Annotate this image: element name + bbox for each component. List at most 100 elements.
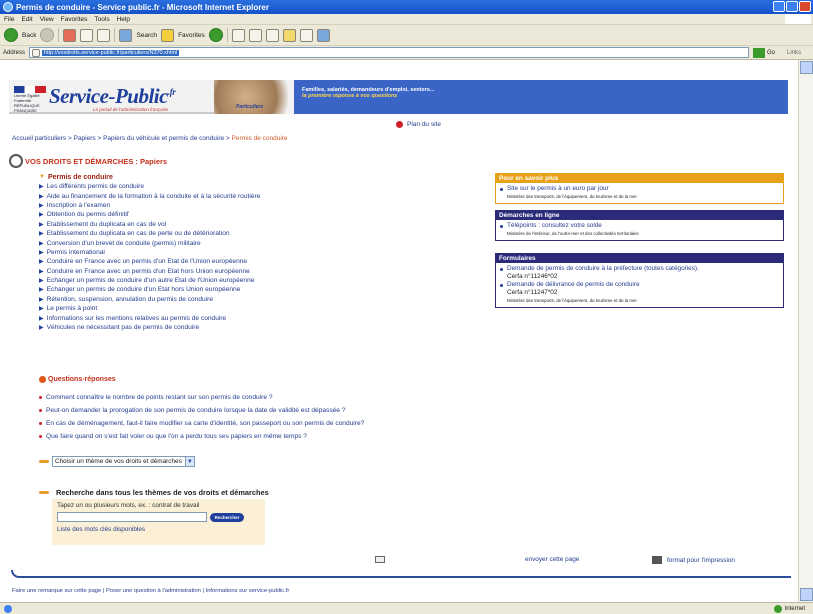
list-item[interactable]: ▶ Etablissement du duplicata en cas de pe… xyxy=(39,229,509,238)
keywords-link[interactable]: Liste des mots clés disponibles xyxy=(57,526,260,533)
question-item[interactable]: Comment connaître le nombre de points re… xyxy=(39,391,499,404)
menu-edit[interactable]: Edit xyxy=(21,16,32,23)
source-label: Ministère des transports, de l'équipemen… xyxy=(507,194,637,199)
menu-favorites[interactable]: Favorites xyxy=(61,16,88,23)
bullet-icon xyxy=(500,224,503,228)
address-input[interactable]: http://vosdroits.service-public.fr/parti… xyxy=(29,47,750,58)
banner-photo: Particuliers xyxy=(214,80,294,114)
list-item[interactable]: ▶ Aide au financement de la formation à l… xyxy=(39,191,509,200)
printer-icon[interactable] xyxy=(652,556,662,564)
window-titlebar: Permis de conduire - Service public.fr -… xyxy=(0,0,813,14)
maximize-button[interactable] xyxy=(786,1,798,12)
menu-help[interactable]: Help xyxy=(117,16,130,23)
list-item[interactable]: ▶ Obtention du permis définitif xyxy=(39,210,509,219)
favorites-button[interactable]: Favorites xyxy=(178,32,205,39)
permis-heading[interactable]: ▼ Permis de conduire xyxy=(39,172,509,182)
list-item[interactable]: Site sur le permis à un euro par jour xyxy=(500,185,779,193)
list-item[interactable]: ▶ Conduire en France avec un permis d'un … xyxy=(39,267,509,276)
breadcrumb-accueil[interactable]: Accueil particuliers xyxy=(12,135,66,142)
box-title: Formulaires xyxy=(496,254,783,263)
send-page-link[interactable]: envoyer cette page xyxy=(525,556,579,563)
theme-select[interactable]: Choisir un thème de vos droits et démarc… xyxy=(52,456,195,467)
toolbar: Back Search Favorites xyxy=(0,25,813,46)
arrow-right-icon: ▶ xyxy=(39,249,44,256)
breadcrumb-vehicule[interactable]: Papiers du véhicule et permis de conduir… xyxy=(103,135,224,142)
bullet-icon xyxy=(396,121,403,128)
mail-icon[interactable] xyxy=(231,28,245,42)
list-item[interactable]: ▶ Véhicules ne nécessitant pas de permis … xyxy=(39,323,509,332)
bullet-icon xyxy=(39,435,42,438)
edit-icon[interactable] xyxy=(265,28,279,42)
box-title: Pour en savoir plus xyxy=(496,174,783,183)
forward-icon[interactable] xyxy=(40,28,55,42)
go-button[interactable]: Go xyxy=(767,50,775,56)
republique-francaise-logo[interactable]: Liberté Égalité Fraternité RÉPUBLIQUE FR… xyxy=(14,86,46,113)
list-item[interactable]: Télépoints : consultez votre solde xyxy=(500,222,779,230)
go-arrow-icon[interactable] xyxy=(753,47,766,58)
discuss-icon[interactable] xyxy=(299,28,313,42)
list-item[interactable]: ▶ Le permis à point xyxy=(39,304,509,313)
address-url[interactable]: http://vosdroits.service-public.fr/parti… xyxy=(42,49,180,56)
send-page-envelope[interactable] xyxy=(375,556,385,563)
list-item[interactable]: ▶ Conversion d'un brevet de conduite (per… xyxy=(39,238,509,247)
arrow-right-icon: ▶ xyxy=(39,306,44,313)
home-icon[interactable] xyxy=(97,28,111,42)
list-item[interactable]: Demande de délivrance de permis de condu… xyxy=(500,281,779,289)
back-button[interactable]: Back xyxy=(22,32,36,39)
arrow-right-icon: ▶ xyxy=(39,278,44,285)
vertical-scrollbar[interactable] xyxy=(798,60,813,602)
security-zone: Internet xyxy=(773,605,805,613)
messenger-icon[interactable] xyxy=(316,28,330,42)
service-public-logo[interactable]: Service-Public.fr xyxy=(49,84,176,109)
section-title: VOS DROITS ET DÉMARCHES : Papiers xyxy=(9,154,167,168)
menu-file[interactable]: File xyxy=(4,16,14,23)
logo-tagline: Le portail de l'administration française xyxy=(93,107,169,112)
list-item[interactable]: ▶ Inscription à l'examen xyxy=(39,201,509,210)
back-icon[interactable] xyxy=(4,28,18,42)
list-item[interactable]: ▶ Informations sur les mentions relatives… xyxy=(39,313,509,322)
list-item[interactable]: ▶ Rétention, suspension, annulation du pe… xyxy=(39,295,509,304)
plan-du-site-link[interactable]: Plan du site xyxy=(396,121,441,128)
chevron-down-icon[interactable]: ▼ xyxy=(184,457,194,466)
cerfa-number: Cerfa n°11247*02 xyxy=(507,289,558,296)
scroll-up-button[interactable] xyxy=(800,61,813,74)
refresh-icon[interactable] xyxy=(80,28,94,42)
search-input[interactable] xyxy=(57,512,207,522)
breadcrumb-papiers[interactable]: Papiers xyxy=(74,135,96,142)
stop-icon[interactable] xyxy=(63,28,77,42)
toolbar-separator xyxy=(114,28,116,42)
list-item[interactable]: ▶ Echanger un permis de conduire d'un Eta… xyxy=(39,285,509,294)
question-item[interactable]: Peut-on demander la prorogation de son p… xyxy=(39,404,499,417)
list-item[interactable]: ▶ Etablissement du duplicata en cas de vo… xyxy=(39,220,509,229)
scroll-down-button[interactable] xyxy=(800,588,813,601)
list-item[interactable]: ▶ Conduire en France avec un permis d'un … xyxy=(39,257,509,266)
envelope-icon[interactable] xyxy=(375,556,385,563)
menu-tools[interactable]: Tools xyxy=(94,16,109,23)
arrow-right-icon: ▶ xyxy=(39,296,44,303)
list-item[interactable]: ▶ Les différents permis de conduire xyxy=(39,182,509,191)
search-icon[interactable] xyxy=(119,28,133,42)
question-item[interactable]: Que faire quand on s'est fait voler ou q… xyxy=(39,430,499,443)
footer-links[interactable]: Faire une remarque sur cette page | Pose… xyxy=(12,588,289,594)
search-button[interactable]: Search xyxy=(136,32,157,39)
chevron-down-icon: ▼ xyxy=(39,174,45,180)
links-toolbar[interactable]: Links xyxy=(787,50,801,56)
list-item[interactable]: ▶ Echanger un permis de conduire d'un aut… xyxy=(39,276,509,285)
print-format-link[interactable]: format pour l'impression xyxy=(652,556,735,564)
print-icon[interactable] xyxy=(248,28,262,42)
close-button[interactable] xyxy=(799,1,811,12)
list-item[interactable]: Demande de permis de conduire à la préfe… xyxy=(500,265,779,273)
history-icon[interactable] xyxy=(208,28,223,42)
menu-view[interactable]: View xyxy=(40,16,54,23)
pour-en-savoir-plus-box: Pour en savoir plus Site sur le permis à… xyxy=(495,173,784,204)
folder-icon[interactable] xyxy=(282,28,296,42)
bullet-icon xyxy=(500,283,503,287)
favorites-star-icon[interactable] xyxy=(161,28,175,42)
minimize-button[interactable] xyxy=(773,1,785,12)
status-bar: Internet xyxy=(0,602,813,614)
orange-dash-icon xyxy=(39,491,49,494)
list-item[interactable]: ▶ Permis international xyxy=(39,248,509,257)
formulaires-box: Formulaires Demande de permis de conduir… xyxy=(495,253,784,308)
question-item[interactable]: En cas de déménagement, faut-il faire mo… xyxy=(39,417,499,430)
search-submit-button[interactable]: Rechercher xyxy=(210,512,244,522)
